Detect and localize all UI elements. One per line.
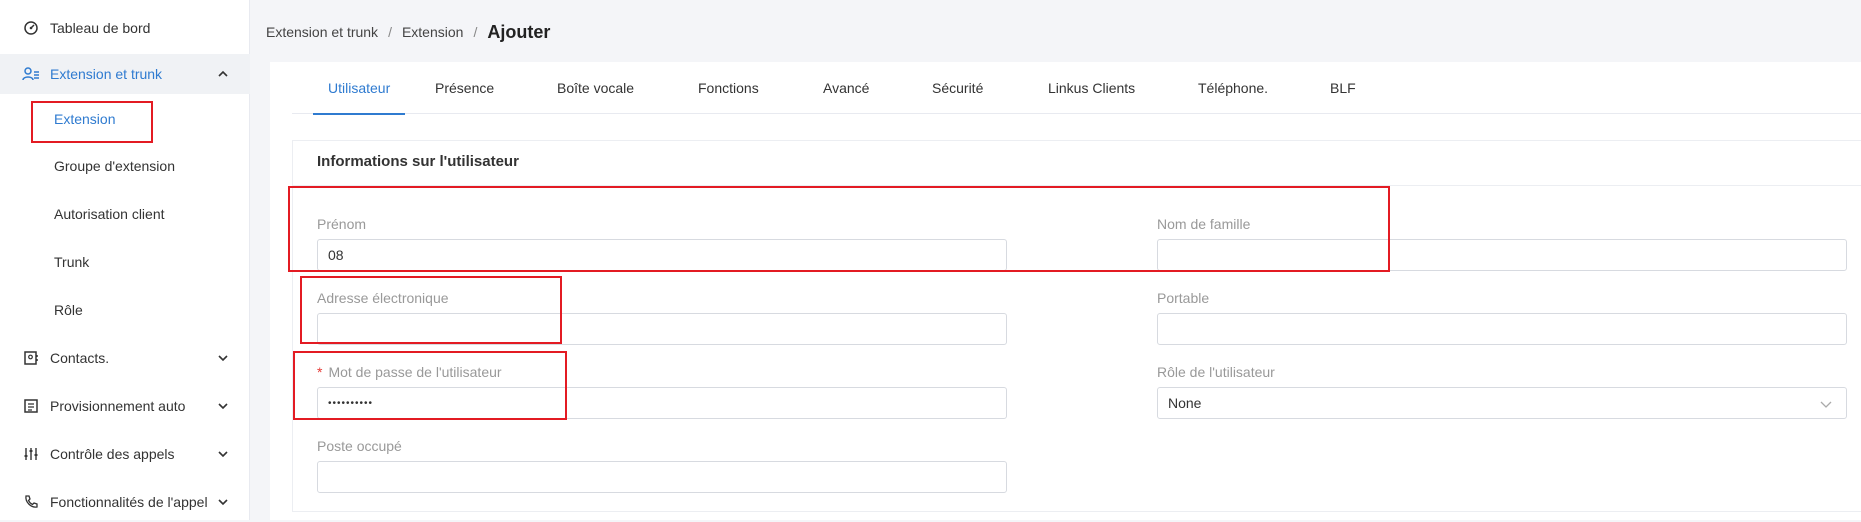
breadcrumb-separator: / — [388, 24, 392, 40]
sidebar-subitem-label: Groupe d'extension — [54, 158, 175, 174]
mobile-input[interactable] — [1157, 313, 1847, 345]
tab-advanced[interactable]: Avancé — [823, 62, 869, 114]
section-divider — [293, 185, 1861, 186]
user-list-icon — [22, 65, 40, 83]
tab-bar: Utilisateur Présence Boîte vocale Foncti… — [292, 62, 1861, 115]
sidebar-subitem-label: Rôle — [54, 302, 83, 318]
busy-station-label: Poste occupé — [317, 438, 402, 454]
breadcrumb-extension-trunk[interactable]: Extension et trunk — [266, 24, 378, 40]
main-panel: Utilisateur Présence Boîte vocale Foncti… — [270, 62, 1861, 520]
tab-linkus-clients[interactable]: Linkus Clients — [1048, 62, 1135, 114]
tab-voicemail[interactable]: Boîte vocale — [557, 62, 634, 114]
sidebar-subitem-extension-group[interactable]: Groupe d'extension — [0, 146, 250, 186]
tab-security[interactable]: Sécurité — [932, 62, 983, 114]
role-select[interactable]: None — [1157, 387, 1847, 419]
sidebar-item-label: Provisionnement auto — [50, 398, 186, 414]
password-label-text: Mot de passe de l'utilisateur — [328, 364, 502, 380]
chevron-down-icon — [1820, 397, 1834, 411]
role-label: Rôle de l'utilisateur — [1157, 364, 1275, 380]
breadcrumb: Extension et trunk / Extension / Ajouter — [266, 18, 550, 46]
breadcrumb-separator: / — [473, 24, 478, 40]
phone-icon — [22, 493, 40, 511]
sidebar-item-label: Fonctionnalités de l'appel — [50, 494, 208, 510]
password-label: * Mot de passe de l'utilisateur — [317, 364, 502, 380]
tab-user[interactable]: Utilisateur — [312, 62, 406, 115]
required-mark: * — [317, 364, 323, 380]
user-info-section: Informations sur l'utilisateur Prénom 08… — [292, 140, 1861, 512]
chevron-down-icon — [216, 495, 230, 509]
mobile-label: Portable — [1157, 290, 1210, 306]
sidebar-item-call-control[interactable]: Contrôle des appels — [0, 434, 250, 474]
tab-features[interactable]: Fonctions — [698, 62, 759, 114]
sidebar-subitem-label: Trunk — [54, 254, 90, 270]
sidebar-item-label: Extension et trunk — [50, 66, 163, 82]
sidebar-item-contacts[interactable]: Contacts. — [0, 338, 250, 378]
last-name-label: Nom de famille — [1157, 216, 1251, 232]
breadcrumb-extension[interactable]: Extension — [402, 24, 463, 40]
chevron-up-icon — [216, 67, 230, 81]
chevron-down-icon — [216, 351, 230, 365]
sliders-icon — [22, 445, 40, 463]
sidebar-subitem-role[interactable]: Rôle — [0, 290, 250, 330]
sidebar-subitem-label: Extension — [54, 111, 116, 127]
sidebar: Tableau de bord Extension et trunk Exten… — [0, 0, 250, 520]
first-name-input[interactable]: 08 — [317, 239, 1007, 271]
last-name-input[interactable] — [1157, 239, 1847, 271]
role-select-value: None — [1168, 395, 1202, 411]
contacts-book-icon — [22, 349, 40, 367]
sidebar-item-call-features[interactable]: Fonctionnalités de l'appel — [0, 482, 250, 522]
tab-phone[interactable]: Téléphone. — [1198, 62, 1268, 114]
chevron-down-icon — [216, 399, 230, 413]
sidebar-item-label: Contrôle des appels — [50, 446, 175, 462]
tab-blf[interactable]: BLF — [1330, 62, 1356, 114]
dashboard-icon — [22, 19, 40, 37]
provisioning-icon — [22, 397, 40, 415]
tab-presence[interactable]: Présence — [435, 62, 494, 114]
sidebar-subitem-trunk[interactable]: Trunk — [0, 242, 250, 282]
sidebar-item-label: Contacts. — [50, 350, 110, 366]
section-title: Informations sur l'utilisateur — [317, 153, 519, 170]
page-title: Ajouter — [487, 21, 551, 42]
first-name-label: Prénom — [317, 216, 367, 232]
sidebar-subitem-client-authorization[interactable]: Autorisation client — [0, 194, 250, 234]
sidebar-subitem-label: Autorisation client — [54, 206, 165, 222]
sidebar-item-auto-provisioning[interactable]: Provisionnement auto — [0, 386, 250, 426]
sidebar-item-extension-trunk[interactable]: Extension et trunk — [0, 54, 250, 94]
busy-station-input[interactable] — [317, 461, 1007, 493]
sidebar-item-label: Tableau de bord — [50, 20, 151, 36]
email-input[interactable] — [317, 313, 1007, 345]
chevron-down-icon — [216, 447, 230, 461]
email-label: Adresse électronique — [317, 290, 449, 306]
sidebar-item-dashboard[interactable]: Tableau de bord — [0, 8, 250, 48]
password-input[interactable]: •••••••••• — [317, 387, 1007, 419]
sidebar-subitem-extension[interactable]: Extension — [0, 99, 250, 139]
